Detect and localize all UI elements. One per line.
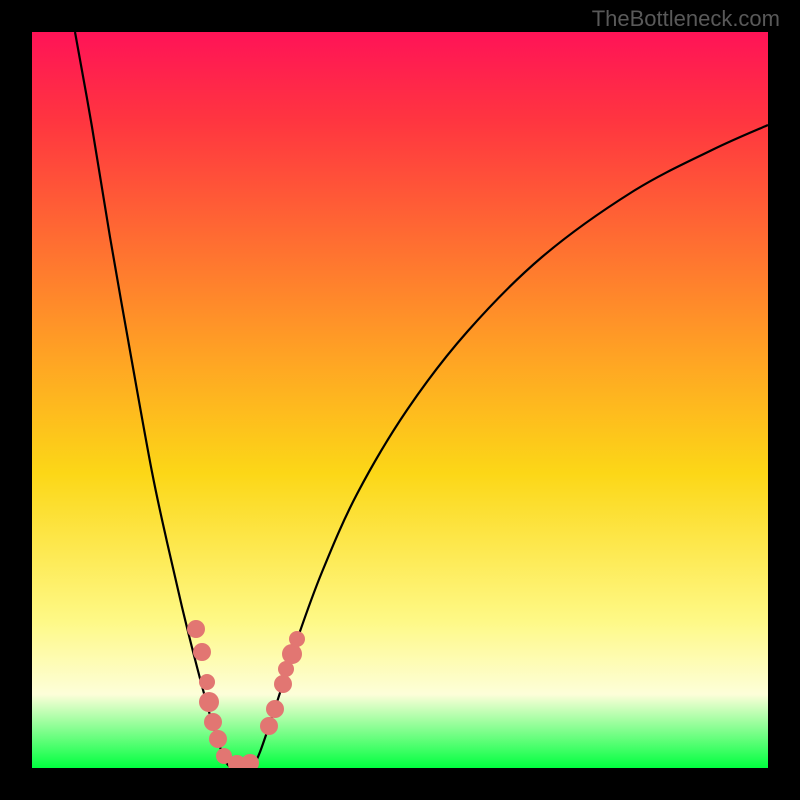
overlay-dot (204, 713, 222, 731)
overlay-dot (209, 730, 227, 748)
overlay-dot (260, 717, 278, 735)
overlay-dot (266, 700, 284, 718)
overlay-dot (199, 674, 215, 690)
overlay-dot (187, 620, 205, 638)
overlay-dots-group (187, 620, 305, 768)
overlay-dot (274, 675, 292, 693)
watermark-text: TheBottleneck.com (592, 6, 780, 32)
bottleneck-curve-right (252, 125, 768, 768)
overlay-dot (199, 692, 219, 712)
curve-layer (32, 32, 768, 768)
overlay-dot (282, 644, 302, 664)
overlay-dot (289, 631, 305, 647)
chart-plot-area (32, 32, 768, 768)
overlay-dot (241, 754, 259, 768)
overlay-dot (193, 643, 211, 661)
